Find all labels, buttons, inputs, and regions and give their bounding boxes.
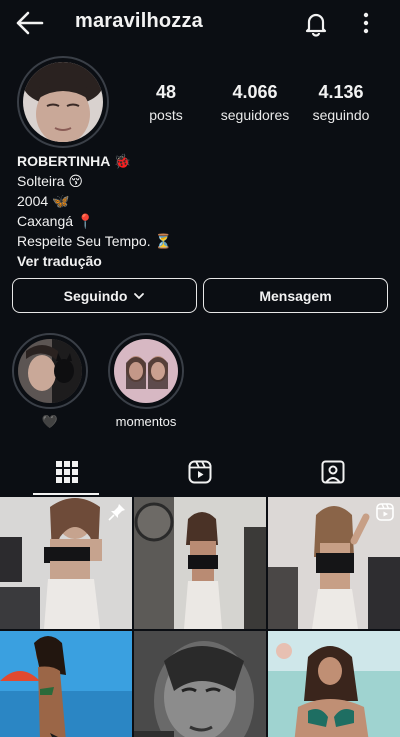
profile-tabs [0, 448, 400, 496]
display-name: ROBERTINHA 🐞 [17, 153, 132, 169]
stat-label: posts [149, 107, 183, 123]
highlight-cover [114, 339, 178, 403]
message-button[interactable]: Mensagem [203, 278, 388, 313]
pin-icon [108, 504, 125, 521]
profile-username: maravilhozza [75, 10, 204, 32]
stat-label: seguindo [312, 107, 370, 123]
grid-icon [55, 461, 78, 483]
following-button[interactable]: Seguindo [12, 278, 197, 313]
active-tab-indicator [33, 493, 99, 495]
highlight-cover [18, 339, 82, 403]
stat-value: 4.136 [318, 82, 364, 102]
followers-count[interactable]: 4.066 seguidores [214, 82, 296, 123]
following-button-label: Seguindo [63, 287, 128, 304]
stat-label: seguidores [220, 107, 290, 123]
highlight-item[interactable]: momentos [108, 333, 184, 429]
post-thumbnail[interactable] [134, 497, 266, 629]
bio-line: Respeite Seu Tempo. ⏳ [17, 233, 172, 249]
tagged-icon [321, 460, 344, 484]
highlight-item[interactable]: 🖤 [12, 333, 88, 430]
more-options-icon[interactable] [356, 10, 376, 36]
post-thumbnail[interactable] [134, 631, 266, 737]
tab-posts-grid[interactable] [0, 448, 133, 496]
reels-icon [376, 503, 394, 521]
chevron-down-icon [134, 292, 145, 299]
tab-tagged[interactable] [266, 448, 399, 496]
see-translation-link[interactable]: Ver tradução [17, 251, 387, 271]
following-count[interactable]: 4.136 seguindo [306, 82, 376, 123]
back-arrow-icon[interactable] [14, 10, 44, 36]
post-thumbnail[interactable] [268, 631, 400, 737]
bio-line: Solteira 😚 [17, 173, 83, 189]
post-thumbnail[interactable] [268, 497, 400, 629]
highlight-label: 🖤 [41, 414, 59, 429]
bell-icon[interactable] [302, 9, 330, 37]
stat-value: 48 [155, 82, 177, 102]
tab-reels[interactable] [133, 448, 266, 496]
post-thumbnail[interactable] [0, 631, 132, 737]
bio-line: Caxangá 📍 [17, 213, 95, 229]
post-thumbnail[interactable] [0, 497, 132, 629]
message-button-label: Mensagem [259, 287, 332, 304]
profile-avatar[interactable] [17, 56, 109, 148]
posts-count[interactable]: 48 posts [136, 82, 196, 123]
avatar-image [23, 62, 103, 142]
profile-bio: ROBERTINHA 🐞 Solteira 😚 2004 🦋 Caxangá 📍… [17, 151, 387, 271]
highlight-label: momentos [115, 414, 177, 429]
stat-value: 4.066 [232, 82, 278, 102]
top-bar: maravilhozza [0, 0, 400, 48]
bio-line: 2004 🦋 [17, 193, 70, 209]
posts-grid [0, 497, 400, 737]
reels-icon [188, 460, 211, 484]
